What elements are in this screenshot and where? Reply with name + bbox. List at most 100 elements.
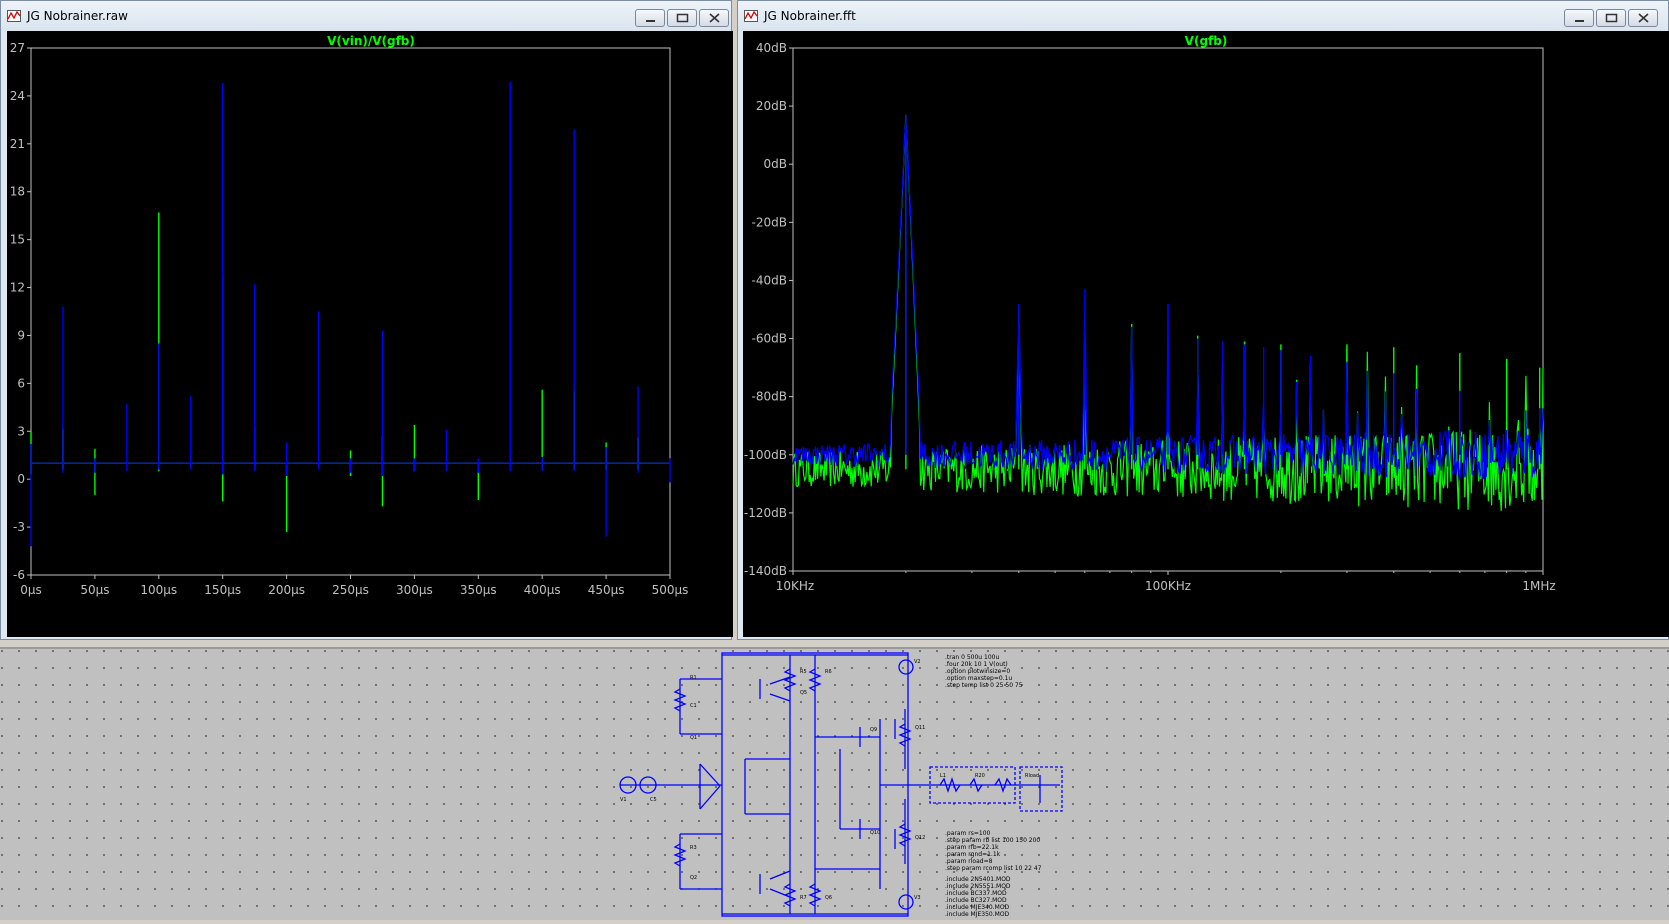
titlebar[interactable]: JG Nobrainer.fft [738, 1, 1668, 31]
svg-text:Q6: Q6 [825, 895, 832, 901]
y-tick-label: 3 [17, 424, 25, 438]
transient-plot-pane[interactable]: V(vin)/V(gfb) 27 24 21 18 15 12 9 6 3 0 -3 -6 0µs 50µ… [7, 31, 733, 637]
close-button[interactable] [699, 9, 729, 27]
y-tick-label: -120dB [744, 506, 787, 520]
fft-plot-window[interactable]: JG Nobrainer.fft V(gfb) 40dB 20dB 0dB -20dB… [737, 0, 1669, 640]
svg-text:Q12: Q12 [915, 835, 925, 841]
maximize-button[interactable] [1596, 9, 1626, 27]
y-tick-label: -140dB [744, 564, 787, 578]
fft-plot-pane[interactable]: V(gfb) 40dB 20dB 0dB -20dB -40dB -60dB -80dB -1… [743, 31, 1669, 637]
x-tick-label: 100KHz [1145, 579, 1191, 593]
y-tick-label: 12 [10, 281, 25, 295]
svg-text:Q1: Q1 [690, 735, 697, 741]
x-tick-label: 0µs [20, 583, 42, 597]
x-tick-label: 10KHz [776, 579, 814, 593]
schematic-editor[interactable]: R1 C1 Q1 R3 Q2 R5 Q5 R6 R7 Q6 Q9 Q10 Q11 Q12 V1 C… [0, 647, 1669, 920]
y-tick-label: 0dB [764, 157, 787, 171]
svg-text:Q10: Q10 [870, 830, 880, 836]
y-tick-label: 40dB [756, 41, 787, 55]
minimize-icon [646, 20, 655, 22]
spice-directive-line[interactable]: .tran 0 500u 100u [945, 654, 999, 661]
y-tick-label: 24 [10, 89, 25, 103]
svg-text:R7: R7 [800, 895, 807, 901]
schematic-grid [0, 649, 1669, 920]
spice-directive-line[interactable]: .include BC327.MOD [945, 897, 1007, 904]
y-tick-label: -40dB [752, 273, 787, 287]
spice-directive-line[interactable]: .four 20k 10 1 V(out) [945, 661, 1008, 668]
spice-directive-line[interactable]: .param rload=8 [945, 858, 993, 865]
svg-text:C1: C1 [690, 703, 697, 709]
svg-text:Q5: Q5 [800, 690, 807, 696]
y-tick-label: -100dB [744, 448, 787, 462]
window-title: JG Nobrainer.raw [27, 9, 128, 23]
y-tick-label: -6 [13, 568, 25, 582]
svg-text:R20: R20 [975, 773, 985, 779]
spice-directive-line[interactable]: .option maxstep=0.1u [945, 675, 1012, 682]
chart-title: V(vin)/V(gfb) [327, 34, 415, 48]
waveform-app-icon [744, 10, 758, 22]
chart-title: V(gfb) [1185, 34, 1228, 48]
y-tick-label: 15 [10, 233, 25, 247]
close-button[interactable] [1628, 9, 1658, 27]
spice-directive-line[interactable]: .step param rcomp list 10 22 47 [945, 865, 1042, 872]
svg-text:R5: R5 [800, 669, 807, 675]
spice-directive-line[interactable]: .include MJE350.MOD [945, 911, 1010, 918]
window-title: JG Nobrainer.fft [764, 9, 856, 23]
x-tick-label: 450µs [588, 583, 625, 597]
svg-text:R1: R1 [690, 675, 697, 681]
svg-text:L1: L1 [940, 773, 946, 779]
maximize-button[interactable] [667, 9, 697, 27]
x-tick-label: 1MHz [1522, 579, 1555, 593]
svg-text:Q2: Q2 [690, 875, 697, 881]
spice-directive-line[interactable]: .param rfb=22.1k [945, 844, 999, 851]
y-tick-label: -60dB [752, 332, 787, 346]
titlebar[interactable]: JG Nobrainer.raw [1, 1, 731, 31]
maximize-icon [676, 13, 689, 23]
spice-directive-line[interactable]: .param rs=100 [945, 830, 991, 837]
y-tick-label: -20dB [752, 215, 787, 229]
x-tick-label: 50µs [80, 583, 109, 597]
y-tick-label: 21 [10, 137, 25, 151]
svg-text:C5: C5 [650, 797, 657, 803]
minimize-button[interactable] [1564, 9, 1594, 27]
y-tick-label: -3 [13, 520, 25, 534]
spice-directive-line[interactable]: .include BC337.MOD [945, 890, 1007, 897]
spice-directive-line[interactable]: .include MJE340.MOD [945, 904, 1010, 911]
y-tick-label: 27 [10, 41, 25, 55]
y-tick-label: 18 [10, 185, 25, 199]
maximize-icon [1605, 13, 1618, 23]
y-tick-label: 9 [17, 328, 25, 342]
svg-text:V3: V3 [914, 895, 921, 901]
svg-text:V1: V1 [620, 797, 627, 803]
close-icon [1638, 13, 1649, 23]
spice-directive-line[interactable]: .step param rb list 100 150 200 [945, 837, 1040, 844]
spice-directive-line[interactable]: .step temp list 0 25 50 75 [945, 682, 1023, 689]
x-tick-label: 200µs [268, 583, 305, 597]
y-tick-label: 0 [17, 472, 25, 486]
spice-directive-line[interactable]: .option plotwinsize=0 [945, 668, 1010, 675]
svg-text:R3: R3 [690, 845, 697, 851]
fft-chart: V(gfb) 40dB 20dB 0dB -20dB -40dB -60dB -80dB -1… [744, 34, 1556, 593]
waveform-app-icon [7, 10, 21, 22]
x-tick-label: 300µs [396, 583, 433, 597]
x-tick-label: 500µs [652, 583, 689, 597]
close-icon [709, 13, 720, 23]
x-tick-label: 100µs [140, 583, 177, 597]
svg-text:Q9: Q9 [870, 727, 877, 733]
y-tick-label: 20dB [756, 99, 787, 113]
spice-directive-line[interactable]: .include 2N5551.MOD [945, 883, 1011, 890]
svg-text:R6: R6 [825, 669, 832, 675]
transient-chart: V(vin)/V(gfb) 27 24 21 18 15 12 9 6 3 0 -3 -60µs 50µ… [10, 34, 689, 597]
svg-text:Q11: Q11 [915, 725, 925, 731]
schematic-canvas[interactable]: R1 C1 Q1 R3 Q2 R5 Q5 R6 R7 Q6 Q9 Q10 Q11 Q12 V1 C… [0, 649, 1669, 920]
transient-plot-window[interactable]: JG Nobrainer.raw V(vin)/V(gfb) 27 24 21 18 1… [0, 0, 733, 640]
x-tick-label: 350µs [460, 583, 497, 597]
svg-text:V2: V2 [914, 659, 921, 665]
svg-text:Rload: Rload [1025, 773, 1039, 779]
x-tick-label: 250µs [332, 583, 369, 597]
minimize-button[interactable] [635, 9, 665, 27]
y-tick-label: -80dB [752, 390, 787, 404]
spice-directive-line[interactable]: .param rgnd=1.1k [945, 851, 1001, 858]
x-tick-label: 150µs [204, 583, 241, 597]
spice-directive-line[interactable]: .include 2N5401.MOD [945, 876, 1011, 883]
